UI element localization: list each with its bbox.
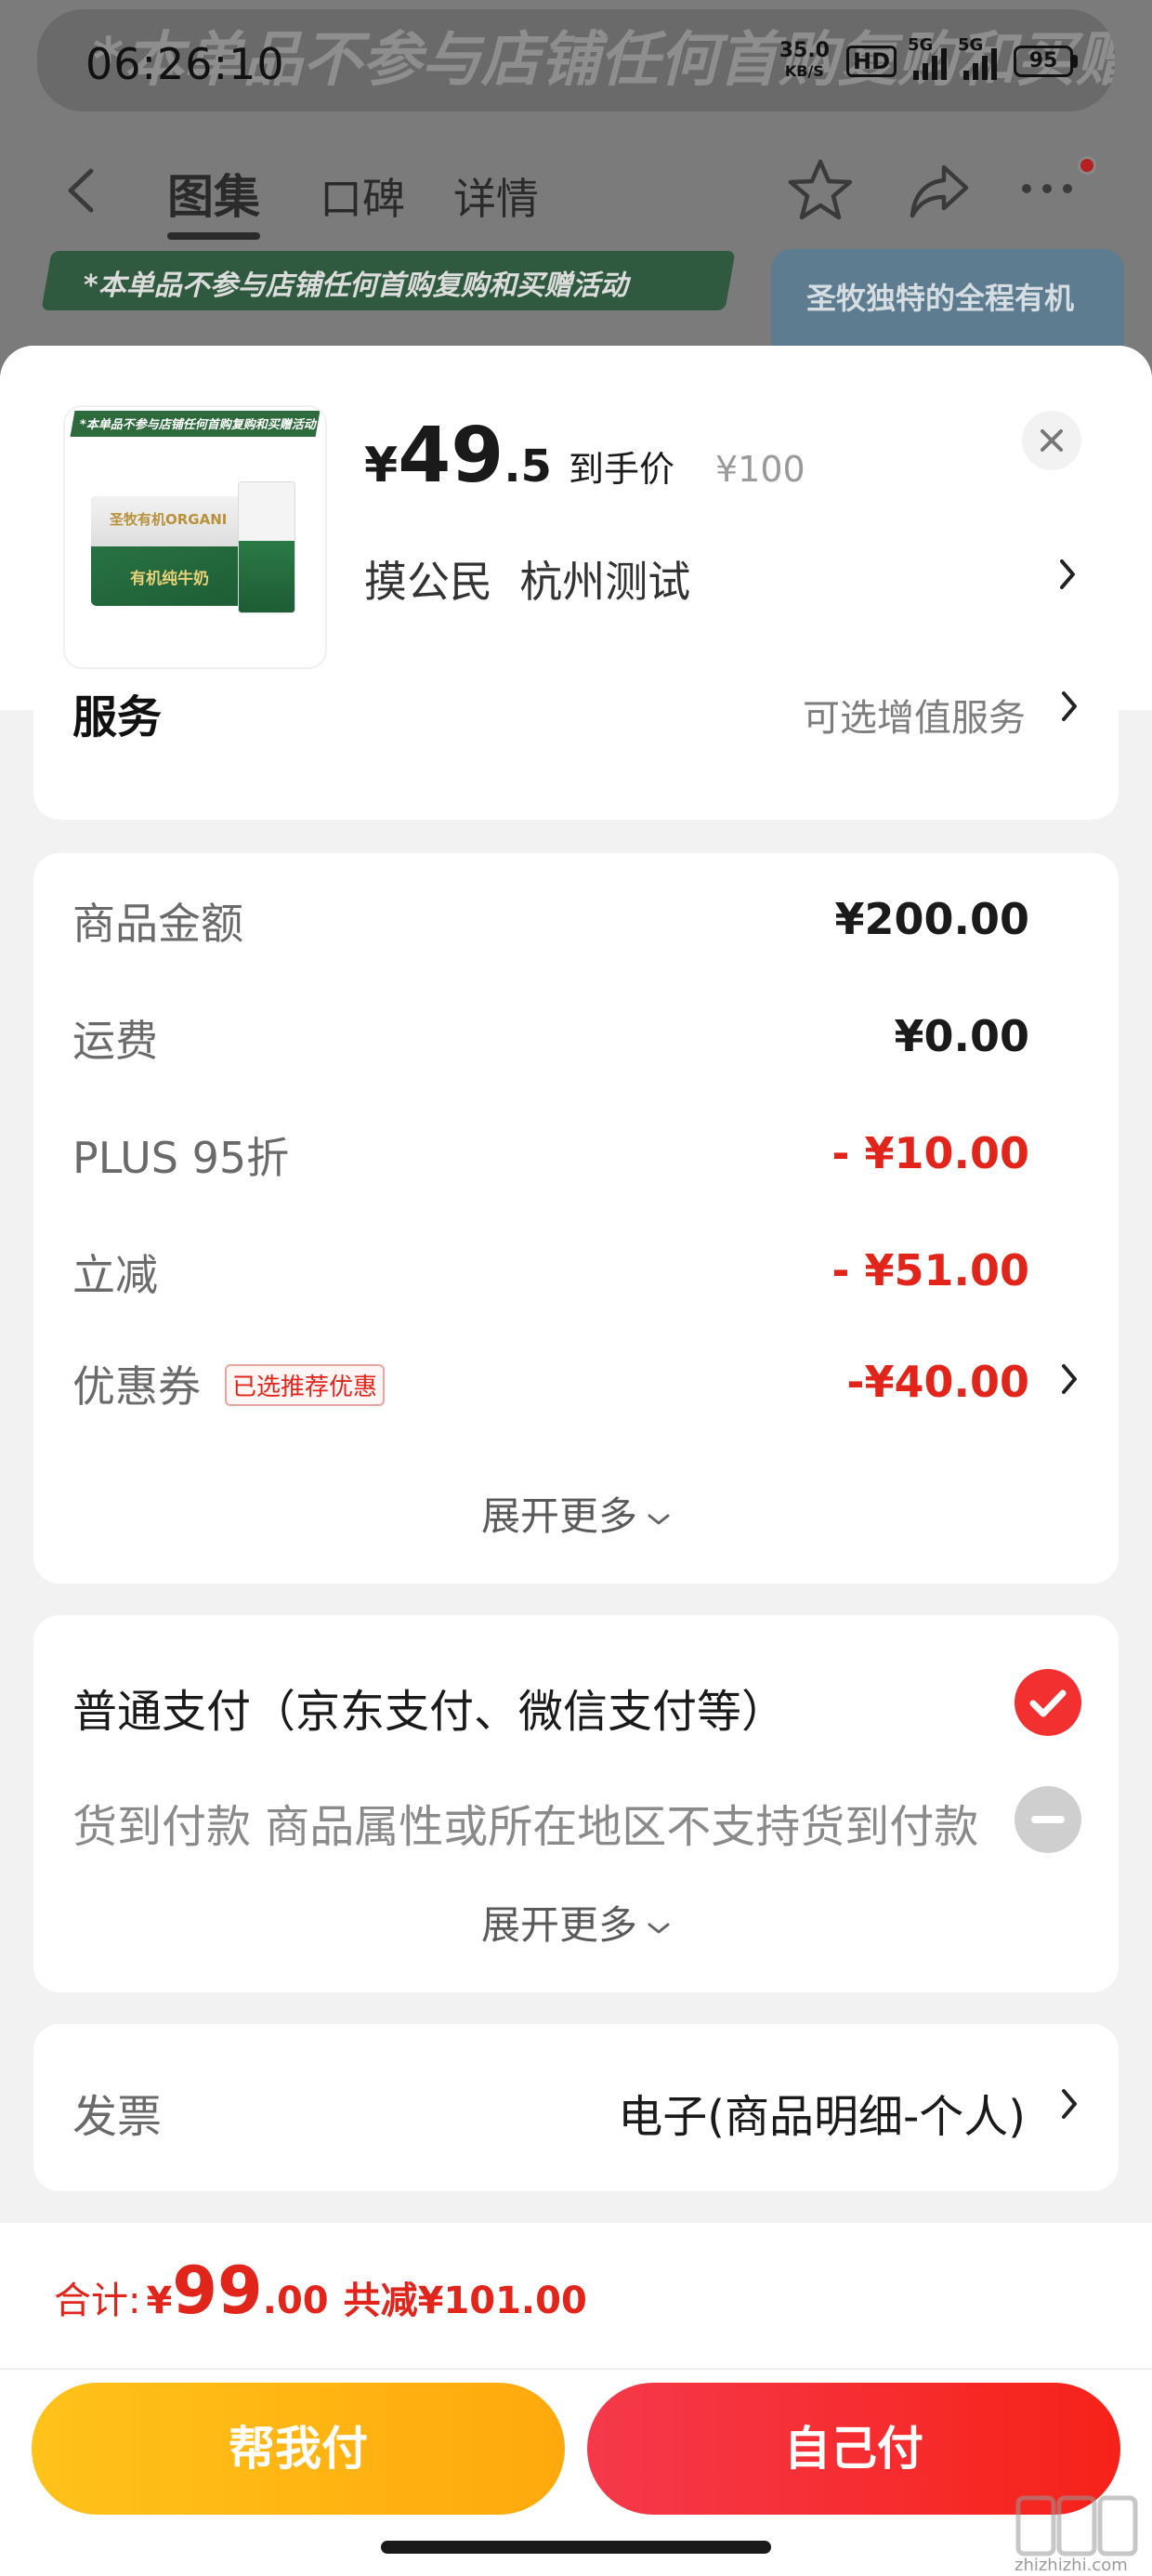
battery-level: 95 [1014,46,1073,77]
plus-discount-value: - ¥10.00 [831,1128,1029,1178]
status-time: 06:26:10 [85,39,285,89]
instant-discount-value: - ¥51.00 [831,1245,1029,1295]
divider [0,2368,1152,2370]
favorite-star-icon[interactable] [786,156,855,225]
service-title: 服务 [72,691,163,743]
original-price: ¥100 [714,449,805,490]
total-savings: 共减¥101.00 [343,2280,587,2322]
service-card[interactable]: 服务 可选增值服务 [33,680,1119,820]
network-speed-unit: KB/S [784,62,824,80]
total-label: 合计: [54,2280,141,2322]
sheet-header: *本单品不参与店铺任何首购复购和买赠活动 圣牧有机ORGANI 有机纯牛奶 ¥ … [0,346,1152,710]
watermark-text: zhizhizhi.com [1015,2556,1128,2575]
side-card-text: 圣牧独特的全程有机 [806,281,1075,316]
battery-icon: 95 [1014,46,1078,77]
expand-more-label: 展开更多 [480,1902,637,1948]
instant-discount-label: 立减 [72,1250,158,1300]
shipping-label: 运费 [72,1016,158,1066]
tab-details[interactable]: 详情 [453,165,539,227]
invoice-label: 发票 [72,2091,163,2143]
chevron-right-icon[interactable] [1059,1360,1080,1398]
plus-discount-label: PLUS 95折 [72,1133,290,1183]
ask-friend-pay-button[interactable]: 帮我付 [32,2383,565,2515]
home-indicator[interactable] [381,2541,771,2554]
payment-option-cod: 货到付款 商品属性或所在地区不支持货到付款 [72,1801,979,1853]
milk-box-brand: 圣牧有机ORGANI [110,511,228,528]
milk-box-label: 有机纯牛奶 [130,570,209,588]
delivery-address[interactable]: 摸公民 杭州测试 [364,548,690,610]
payment-selected-radio[interactable] [1015,1669,1081,1736]
network-speed-value: 35.0 [779,39,830,62]
payment-card: 普通支付（京东支付、微信支付等） 货到付款 商品属性或所在地区不支持货到付款 展… [33,1615,1119,1992]
payment-disabled-radio [1015,1786,1081,1853]
total-line: 合计: ¥ 99 .00 共减¥101.00 [54,2258,587,2324]
product-image: *本单品不参与店铺任何首购复购和买赠活动 圣牧有机ORGANI 有机纯牛奶 [65,407,325,667]
coupon-value[interactable]: -¥40.00 [846,1357,1029,1407]
amount-card: 商品金额 ¥200.00 运费 ¥0.00 PLUS 95折 - ¥10.00 … [33,853,1119,1584]
background-product-page: *本单品不参与店铺任何首购复购和买赠活动 06:26:10 35.0 KB/S … [0,0,1152,390]
tab-gallery[interactable]: 图集 [167,160,260,240]
invoice-value: 电子(商品明细-个人) [618,2091,1026,2143]
tab-reviews[interactable]: 口碑 [320,165,405,227]
total-integer: 99 [172,2253,263,2329]
total-currency: ¥ [146,2280,173,2322]
signal-icon-2: 5G [958,35,997,80]
shipping-value: ¥0.00 [894,1011,1029,1061]
chevron-right-icon [1062,691,1077,721]
expand-more-amounts[interactable]: 展开更多 [33,1485,1119,1542]
price-line: ¥ 49 .5 到手价 ¥100 [364,418,805,494]
final-price-tag: 到手价 [568,449,674,490]
price-decimal: .5 [504,440,552,493]
goods-amount-value: ¥200.00 [834,894,1029,944]
expand-more-label: 展开更多 [480,1493,637,1539]
signal-icon: 5G [908,35,947,80]
goods-amount-label: 商品金额 [72,899,243,949]
more-icon[interactable] [1022,184,1072,193]
price-integer: 49 [398,412,504,500]
status-bar: *本单品不参与店铺任何首购复购和买赠活动 06:26:10 35.0 KB/S … [0,0,1152,139]
close-button[interactable] [1022,411,1081,470]
hd-icon: HD [845,46,897,77]
notification-dot [1078,156,1096,175]
thumb-banner-text: *本单品不参与店铺任何首购复购和买赠活动 [80,418,316,432]
chevron-down-icon [648,1514,670,1524]
service-value: 可选增值服务 [803,697,1026,740]
chevron-right-icon[interactable] [1057,556,1078,593]
chevron-down-icon [648,1923,670,1933]
coupon-label: 优惠券 [72,1361,201,1412]
status-icons: 35.0 KB/S HD 5G 5G 95 [779,35,1078,82]
expand-more-payments[interactable]: 展开更多 [33,1894,1119,1951]
price-currency: ¥ [364,438,399,493]
promo-strip-text: *本单品不参与店铺任何首购复购和买赠活动 [84,269,628,302]
top-nav: 图集 口碑 详情 [0,139,1152,242]
check-icon [1029,1689,1067,1717]
share-icon[interactable] [907,160,972,221]
signal-label: 5G [908,35,934,55]
network-speed: 35.0 KB/S [779,41,830,82]
milk-carton-image [238,481,295,613]
back-arrow-icon[interactable] [63,167,100,214]
invoice-card[interactable]: 发票 电子(商品明细-个人) [33,2024,1119,2191]
payment-option-online[interactable]: 普通支付（京东支付、微信支付等） [72,1675,786,1740]
total-decimal: .00 [262,2280,329,2322]
coupon-recommend-badge: 已选推荐优惠 [225,1364,386,1406]
checkout-bar: 合计: ¥ 99 .00 共减¥101.00 帮我付 自己付 zhizhizhi… [0,2223,1152,2576]
close-icon [1041,429,1063,452]
signal-label-2: 5G [958,35,984,55]
chevron-right-icon [1062,2089,1077,2119]
